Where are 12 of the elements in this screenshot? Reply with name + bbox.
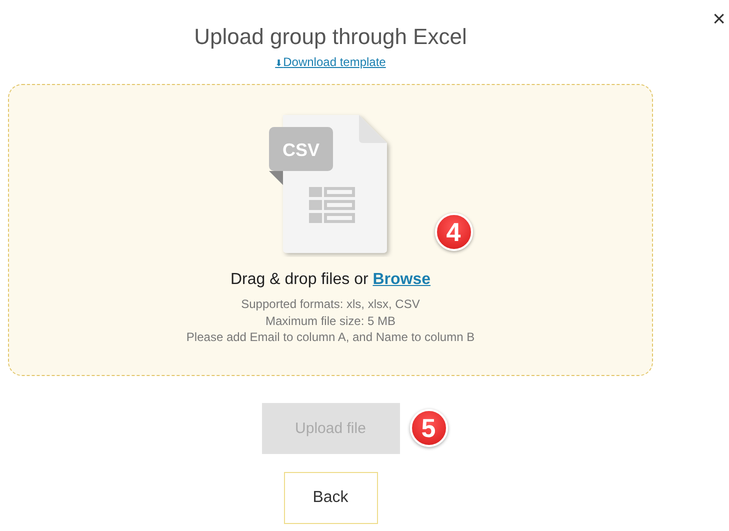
download-template-link[interactable]: ⬇Download template: [275, 55, 386, 71]
dialog-title: Upload group through Excel: [194, 23, 467, 51]
format-note: Supported formats: xls, xlsx, CSV: [241, 296, 420, 312]
step-marker: 5: [410, 409, 448, 447]
browse-link[interactable]: Browse: [372, 271, 431, 288]
drop-prompt-text: Drag & drop files or: [230, 271, 370, 288]
drop-zone[interactable]: CSV 4 Drag & drop files or Browse Supported formats: xls, xlsx, CSV Maximum file size: 5 MB Please add Email to column A, and Name to column B: [8, 84, 653, 376]
format-note: Please add Email to column A, and Name to column B: [186, 329, 475, 346]
format-note: Maximum file size: 5 MB: [265, 312, 396, 329]
close-button[interactable]: ×: [709, 6, 729, 30]
back-button[interactable]: Back: [284, 472, 378, 524]
step-marker: 4: [434, 213, 472, 251]
